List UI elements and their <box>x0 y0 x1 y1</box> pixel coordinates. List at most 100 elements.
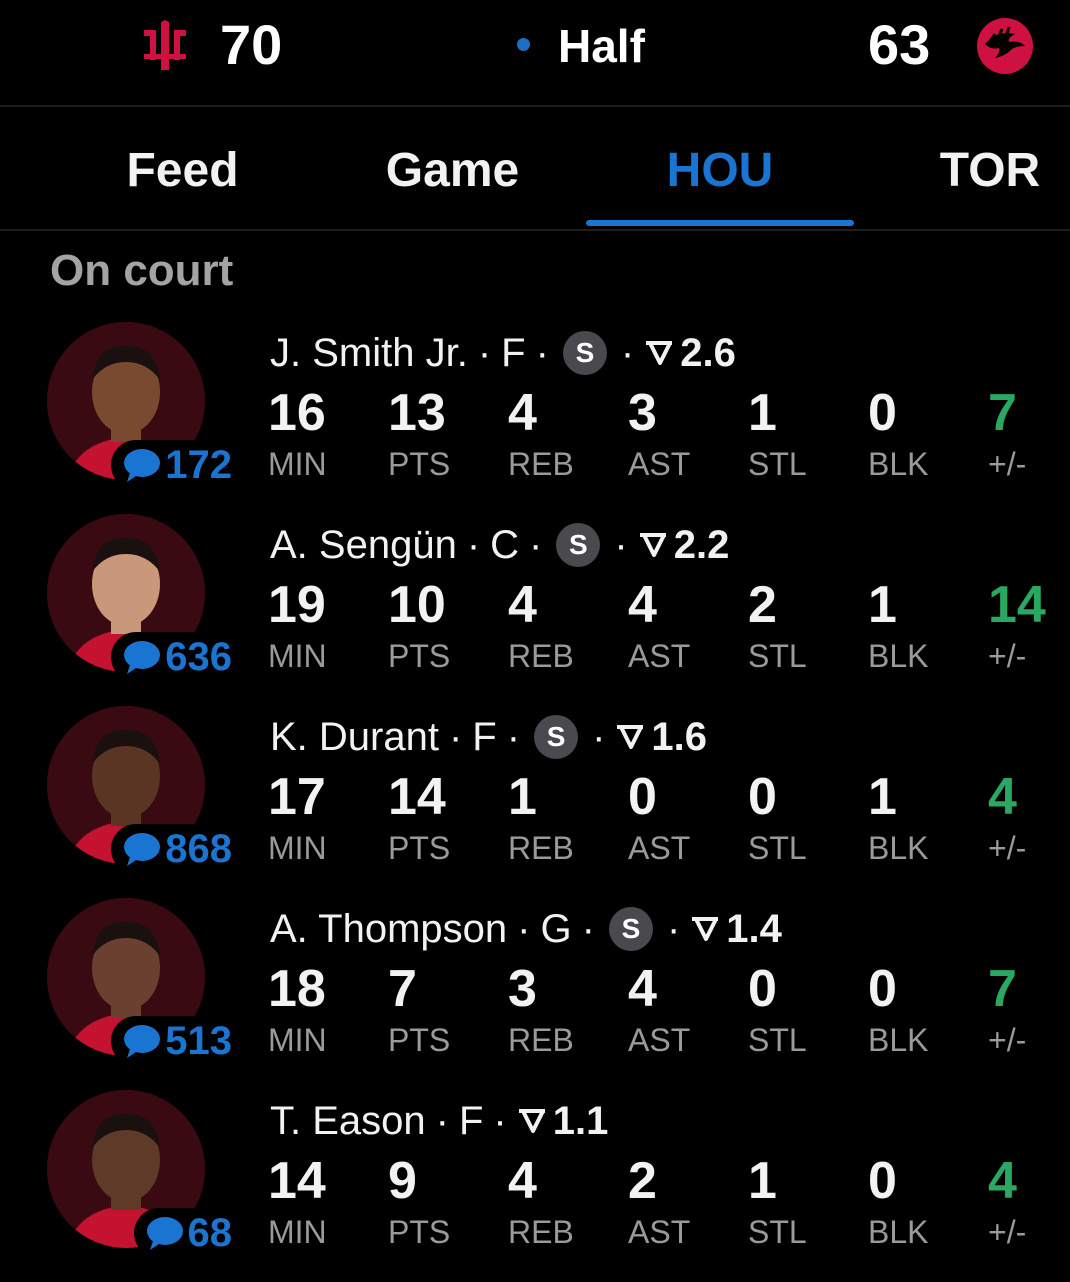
comments-button[interactable]: 68 <box>133 1208 233 1258</box>
stat-label: AST <box>628 446 691 482</box>
stat-value: 4 <box>988 1152 1017 1210</box>
stat-value: 0 <box>628 768 657 826</box>
away-score: 63 <box>868 13 931 76</box>
player-name: T. Eason <box>270 1099 426 1143</box>
tab-hou[interactable]: HOU <box>586 141 854 201</box>
stat-label: +/- <box>988 830 1027 866</box>
stat-label: PTS <box>388 446 451 482</box>
player-rating: 1.6 <box>651 715 707 759</box>
stat-value: 4 <box>988 768 1017 826</box>
stat-value: 0 <box>868 384 897 442</box>
separator-dot: · <box>529 523 543 567</box>
stat-label: BLK <box>868 1214 929 1250</box>
stat-label: REB <box>508 638 574 674</box>
player-name: A. Thompson <box>270 907 508 951</box>
stat-label: MIN <box>268 830 327 866</box>
stat-value: 14 <box>268 1152 326 1210</box>
chat-bubble-icon <box>124 833 161 866</box>
separator-dot: · <box>435 1099 449 1143</box>
starter-badge: S <box>534 715 579 759</box>
stat-value: 7 <box>988 960 1017 1018</box>
stat-label: REB <box>508 1022 574 1058</box>
player-header: K. Durant · F · S · 1.6 <box>270 712 707 762</box>
starter-badge: S <box>608 907 653 951</box>
stat-label: REB <box>508 830 574 866</box>
comments-button[interactable]: 868 <box>111 824 232 874</box>
player-header: A. Sengün · C · S · 2.2 <box>270 520 729 570</box>
separator-dot: · <box>517 907 531 951</box>
stat-value: 4 <box>508 384 537 442</box>
rating-chevron-icon <box>518 1109 545 1133</box>
stat-value: 2 <box>628 1152 657 1210</box>
player-row[interactable]: 68 T. Eason · F · 1.1 14 MIN 9 PTS 4 REB 2 AST 1 STL 0 BL… <box>0 1090 1070 1282</box>
player-name: A. Sengün <box>270 523 457 567</box>
tabs-divider <box>0 229 1070 231</box>
stat-label: BLK <box>868 638 929 674</box>
separator-dot: · <box>592 715 606 759</box>
stat-value: 10 <box>388 576 446 634</box>
player-header: J. Smith Jr. · F · S · 2.6 <box>270 328 736 378</box>
stat-label: PTS <box>388 638 451 674</box>
player-header: T. Eason · F · 1.1 <box>270 1096 608 1146</box>
stat-value: 0 <box>868 1152 897 1210</box>
stat-label: MIN <box>268 638 327 674</box>
stat-label: PTS <box>388 1022 451 1058</box>
chat-bubble-icon <box>124 449 161 482</box>
section-title: On court <box>50 246 234 295</box>
stat-label: STL <box>748 638 807 674</box>
stat-value: 7 <box>388 960 417 1018</box>
player-row[interactable]: 868 K. Durant · F · S · 1.6 17 MIN 14 PTS 1 REB 0 AST 0 S… <box>0 706 1070 898</box>
stat-value: 1 <box>748 1152 777 1210</box>
comments-button[interactable]: 636 <box>111 632 232 682</box>
stat-label: PTS <box>388 830 451 866</box>
separator-dot: · <box>506 715 521 759</box>
stat-label: REB <box>508 1214 574 1250</box>
rating-chevron-icon <box>692 917 719 941</box>
stat-label: AST <box>628 830 691 866</box>
stat-label: BLK <box>868 1022 929 1058</box>
player-rating: 2.6 <box>680 331 736 375</box>
separator-dot: · <box>477 331 492 375</box>
separator-dot: · <box>448 715 463 759</box>
comment-count: 513 <box>165 1019 232 1063</box>
player-position: F <box>458 1099 484 1143</box>
stat-label: +/- <box>988 1214 1027 1250</box>
comments-button[interactable]: 513 <box>111 1016 232 1066</box>
stat-label: AST <box>628 638 691 674</box>
separator-dot: · <box>535 331 549 375</box>
tab-feed[interactable]: Feed <box>85 141 280 201</box>
separator-dot: · <box>466 523 481 567</box>
tab-game[interactable]: Game <box>350 141 555 201</box>
team-tabs: Feed Game HOU TOR <box>0 107 1070 231</box>
stat-value: 7 <box>988 384 1017 442</box>
rating-chevron-icon <box>639 533 666 557</box>
stat-label: +/- <box>988 638 1027 674</box>
stat-value: 0 <box>748 768 777 826</box>
starter-badge: S <box>562 331 607 375</box>
separator-dot: · <box>666 907 681 951</box>
stat-value: 0 <box>748 960 777 1018</box>
stat-value: 4 <box>508 576 537 634</box>
separator-dot: · <box>620 331 635 375</box>
rating-chevron-icon <box>646 341 673 365</box>
player-name: K. Durant <box>270 715 439 759</box>
stat-label: +/- <box>988 446 1027 482</box>
stat-value: 13 <box>388 384 446 442</box>
stat-value: 1 <box>868 768 897 826</box>
player-header: A. Thompson · G · S · 1.4 <box>270 904 782 954</box>
player-row[interactable]: 513 A. Thompson · G · S · 1.4 18 MIN 7 PTS 3 REB 4 AST 0… <box>0 898 1070 1090</box>
stat-value: 1 <box>748 384 777 442</box>
player-row[interactable]: 636 A. Sengün · C · S · 2.2 19 MIN 10 PTS 4 REB 4 AST 2 S… <box>0 514 1070 706</box>
stat-value: 14 <box>388 768 446 826</box>
stat-value: 4 <box>628 576 657 634</box>
player-position: C <box>490 523 520 567</box>
player-row[interactable]: 172 J. Smith Jr. · F · S · 2.6 16 MIN 13 PTS 4 REB 3 AS… <box>0 322 1070 514</box>
player-position: F <box>472 715 497 759</box>
chat-bubble-icon <box>124 1025 161 1058</box>
comments-button[interactable]: 172 <box>111 440 232 490</box>
tab-tor[interactable]: TOR <box>920 141 1060 201</box>
stat-value: 4 <box>508 1152 537 1210</box>
separator-dot: · <box>493 1099 507 1143</box>
comment-count: 68 <box>187 1211 233 1255</box>
player-rating: 1.4 <box>726 907 782 951</box>
